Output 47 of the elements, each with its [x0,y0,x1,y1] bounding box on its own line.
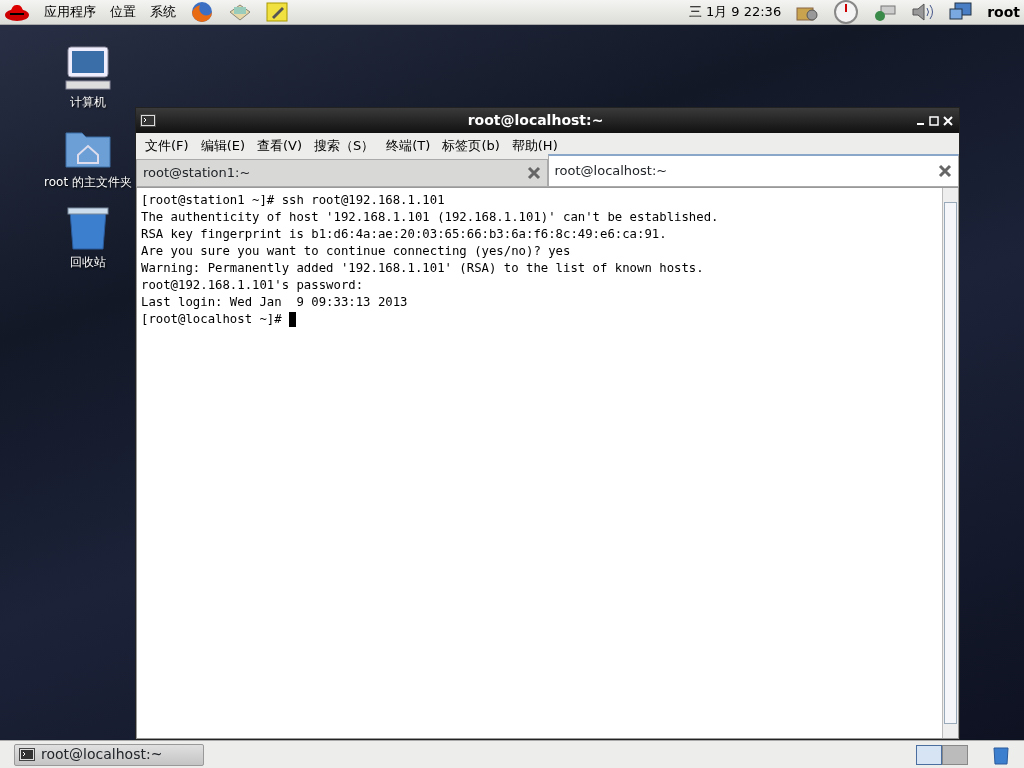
gauge-icon[interactable] [833,0,860,24]
terminal-line: Are you sure you want to continue connecting (yes/no)? yes [141,243,571,258]
notepad-pencil-icon[interactable] [266,2,288,22]
taskbar-button[interactable]: root@localhost:~ [14,743,204,766]
text-cursor [289,311,297,327]
terminal-line: The authenticity of host '192.168.1.101 (192.168.1.101)' can't be established. [141,209,719,224]
panel-menu[interactable]: 应用程序 [44,2,96,22]
desktop-icon-label[interactable]: root 的主文件夹 [44,173,132,191]
terminal-tab[interactable]: root@station1:~ [136,158,548,187]
panel-menu[interactable]: 系统 [150,2,176,22]
terminal-icon [140,114,156,127]
task-label: root@localhost:~ [41,745,163,764]
terminal-line: Warning: Permanently added '192.168.1.101' (RSA) to the list of known hosts. [141,260,704,275]
speaker-volume-icon[interactable] [911,2,936,22]
menu-item[interactable]: 编辑(E) [195,136,250,156]
menu-item[interactable]: 文件(F) [140,136,194,156]
tab-label: root@station1:~ [143,163,251,182]
panel-clock[interactable]: 三 1月 9 22:36 [688,2,782,22]
menu-item[interactable]: 终端(T) [381,136,436,156]
computer-icon[interactable] [64,45,112,91]
menu-item[interactable]: 搜索（S） [309,136,380,156]
terminal-line: [root@localhost ~]# [141,311,283,326]
trash-icon[interactable] [64,205,112,251]
close-icon[interactable] [941,114,955,127]
workspace-switcher[interactable] [916,744,942,765]
terminal-tab[interactable]: root@localhost:~ [547,153,959,187]
tab-label: root@localhost:~ [554,161,668,180]
workspace-switcher[interactable] [942,744,968,765]
menu-item[interactable]: 标签页(b) [437,136,505,156]
envelope-icon[interactable] [228,2,252,22]
terminal-line: [root@station1 ~]# ssh root@192.168.1.101 [141,192,445,207]
panel-menu[interactable]: 位置 [110,2,136,22]
desktop-icon-label[interactable]: 回收站 [70,253,106,271]
panel-user-name[interactable]: root [987,1,1020,23]
maximize-icon[interactable] [927,114,941,127]
terminal-icon [19,748,35,761]
window-title: root@localhost:~ [466,111,605,130]
menu-item[interactable]: 帮助(H) [506,136,563,156]
menu-item[interactable]: 查看(V) [252,136,308,156]
terminal-line: Last login: Wed Jan 9 09:33:13 2013 [141,294,408,309]
browser-globe-icon[interactable] [190,1,214,23]
desktop-icon-label[interactable]: 计算机 [70,93,106,111]
scrollbar[interactable] [942,187,958,738]
terminal-line: root@192.168.1.101's password: [141,277,365,292]
hat-logo-icon[interactable] [4,2,30,22]
network-monitors-icon[interactable] [949,2,974,22]
terminal-line: RSA key fingerprint is b1:d6:4a:ae:20:03:65:66:b3:6a:f6:8c:49:e6:ca:91. [141,226,667,241]
